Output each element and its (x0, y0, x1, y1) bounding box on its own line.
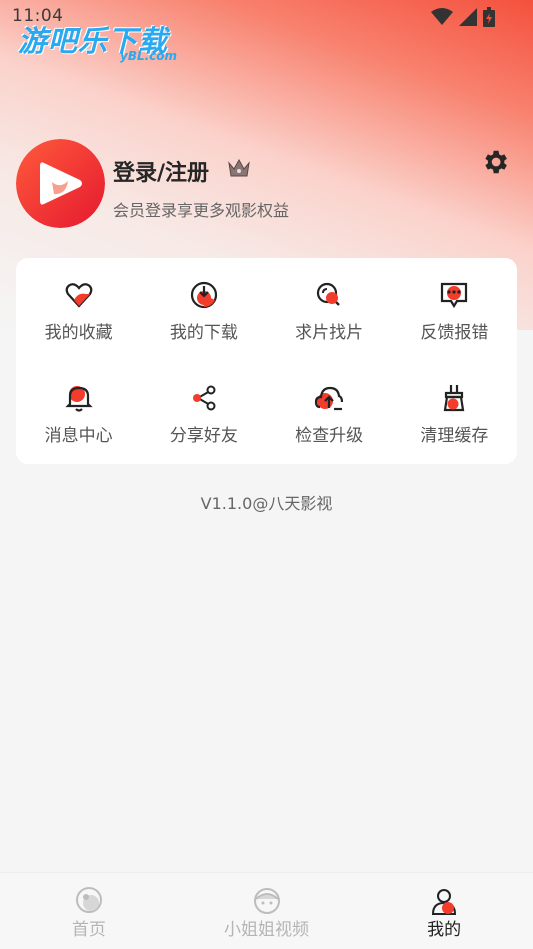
tab-label-home: 首页 (71, 920, 106, 940)
status-icons (431, 7, 495, 27)
menu-item-messages[interactable]: 消息中心 (16, 361, 141, 464)
menu-label-favorites: 我的收藏 (44, 323, 113, 343)
broom-icon (444, 385, 465, 412)
signal-icon (459, 8, 477, 26)
settings-gear-icon[interactable] (480, 147, 510, 177)
menu-label-request-film: 求片找片 (295, 323, 364, 343)
menu-item-feedback[interactable]: 反馈报错 (392, 258, 517, 361)
cloud-upgrade-icon (315, 386, 344, 411)
watermark-sub-text: yBL.com (120, 49, 178, 63)
search-film-icon (317, 282, 340, 306)
download-icon (190, 281, 217, 309)
bottom-tab-bar: 首页 小姐姐视频 我的 (0, 872, 533, 949)
version-text: V1.1.0@八天影视 (200, 494, 333, 513)
play-logo-icon (16, 139, 105, 228)
tab-girl-videos[interactable]: 小姐姐视频 (178, 873, 356, 949)
login-register-link[interactable]: 登录/注册 (113, 155, 209, 187)
bell-icon (64, 386, 93, 412)
crown-icon (228, 158, 250, 177)
profile-icon (432, 889, 457, 915)
menu-label-clear-cache: 清理缓存 (420, 426, 489, 446)
tab-mine[interactable]: 我的 (355, 873, 533, 949)
menu-label-messages: 消息中心 (44, 426, 113, 446)
menu-item-downloads[interactable]: 我的下载 (141, 258, 266, 361)
menu-item-share[interactable]: 分享好友 (141, 361, 266, 464)
share-icon (192, 385, 216, 411)
home-icon (75, 887, 102, 913)
member-benefit-text: 会员登录享更多观影权益 (113, 201, 290, 220)
battery-icon (483, 7, 495, 27)
girl-video-icon (253, 888, 280, 914)
menu-label-check-update: 检查升级 (295, 426, 364, 446)
watermark-logo: 游吧乐下载 yBL.com (18, 18, 188, 68)
menu-item-request-film[interactable]: 求片找片 (267, 258, 392, 361)
function-menu-card: 我的收藏 我的下载 求片找片 反馈报错 消息中心 分享好友 检查升级 清理缓存 (16, 258, 517, 464)
wifi-icon (431, 8, 453, 25)
menu-label-feedback: 反馈报错 (420, 323, 489, 343)
menu-label-downloads: 我的下载 (169, 323, 238, 343)
menu-label-share: 分享好友 (169, 426, 238, 446)
tab-home[interactable]: 首页 (0, 873, 178, 949)
menu-item-clear-cache[interactable]: 清理缓存 (392, 361, 517, 464)
function-menu-grid: 我的收藏 我的下载 求片找片 反馈报错 消息中心 分享好友 检查升级 清理缓存 (16, 258, 517, 464)
feedback-icon (441, 282, 468, 309)
avatar[interactable] (16, 139, 105, 228)
menu-item-check-update[interactable]: 检查升级 (267, 361, 392, 464)
tab-label-mine: 我的 (427, 920, 462, 940)
tab-label-girl-videos: 小姐姐视频 (224, 920, 309, 940)
heart-icon (65, 283, 92, 308)
menu-item-favorites[interactable]: 我的收藏 (16, 258, 141, 361)
